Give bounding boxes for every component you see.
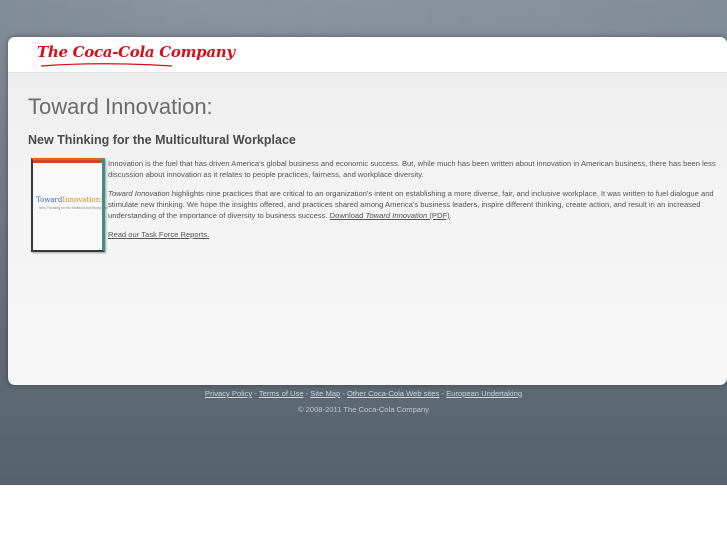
footer-separator: -: [252, 389, 259, 398]
european-undertaking-link[interactable]: European Undertaking: [446, 389, 522, 398]
footer-links: Privacy Policy - Terms of Use - Site Map…: [0, 389, 727, 398]
site-header: The Coca-Cola Company: [8, 37, 727, 73]
publication-title: Toward Innovation: [108, 189, 170, 198]
footer-separator: -: [340, 389, 348, 398]
task-force-reports-link[interactable]: Read our Task Force Reports.: [108, 230, 209, 239]
privacy-policy-link[interactable]: Privacy Policy: [205, 389, 252, 398]
copyright-text: © 2008-2011 The Coca-Cola Company: [297, 405, 430, 414]
book-cover-image[interactable]: TowardInnovation: New Thinking for the M…: [31, 158, 109, 252]
other-websites-link[interactable]: Other Coca-Cola Web sites: [347, 389, 439, 398]
intro-paragraph: Innovation is the fuel that has driven A…: [108, 159, 716, 179]
task-force-paragraph: Read our Task Force Reports.: [108, 229, 718, 240]
page-title: Toward Innovation:: [28, 94, 213, 119]
logo-swash-icon: [40, 63, 173, 67]
description-paragraph: Toward Innovation highlights nine practi…: [108, 189, 714, 220]
page-subtitle: New Thinking for the Multicultural Workp…: [28, 133, 296, 147]
terms-of-use-link[interactable]: Terms of Use: [259, 389, 304, 398]
coca-cola-logo[interactable]: The Coca-Cola Company: [37, 43, 235, 61]
content-panel: The Coca-Cola Company Toward Innovation:…: [8, 37, 727, 385]
download-pdf-link[interactable]: Download Toward Innovation (PDF): [330, 211, 450, 220]
book-cover-subtitle: New Thinking for the Multicultural Workp…: [39, 206, 109, 210]
book-cover-title: TowardInnovation:: [36, 196, 103, 204]
book-cover-stripe: [33, 160, 102, 163]
site-map-link[interactable]: Site Map: [310, 389, 340, 398]
article-body: Innovation is the fuel that has driven A…: [108, 158, 718, 248]
